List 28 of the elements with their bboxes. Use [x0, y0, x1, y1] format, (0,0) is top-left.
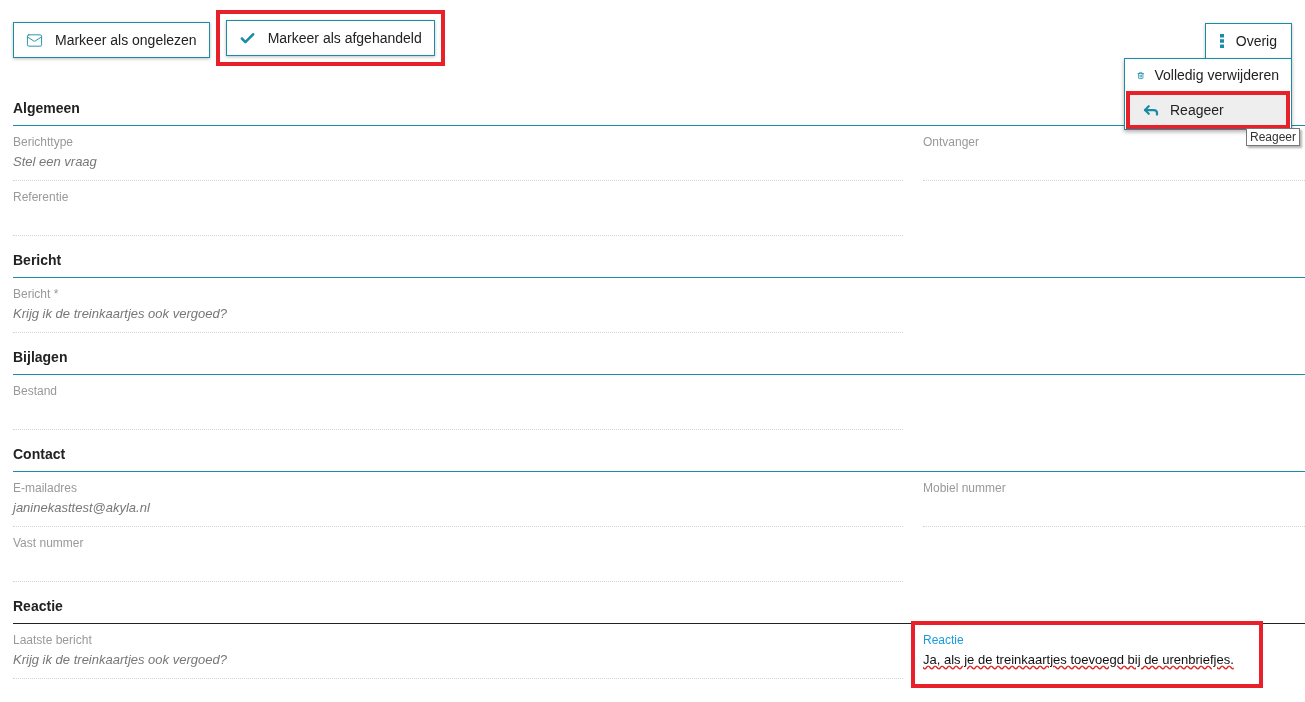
field-label: Laatste bericht — [13, 633, 92, 647]
section-heading: Bericht — [13, 251, 62, 270]
field-value: janinekasttest@akyla.nl — [13, 500, 150, 516]
envelope-icon — [26, 31, 43, 49]
field-label: Ontvanger — [923, 135, 980, 149]
field-label: Reactie — [923, 633, 964, 647]
field-label: E-mailadres — [13, 481, 78, 495]
field-label: Bestand — [13, 384, 58, 398]
more-button[interactable]: Overig — [1204, 23, 1292, 59]
field-value: Krijg ik de treinkaartjes ook vergoed? — [13, 306, 227, 322]
field-label: Vast nummer — [13, 536, 84, 550]
tooltip: Reageer — [1245, 128, 1300, 146]
toolbar-button[interactable]: Markeer als ongelezen — [13, 22, 210, 58]
field-label: Mobiel nummer — [923, 481, 1006, 495]
section-heading: Bijlagen — [13, 348, 68, 367]
menu-item[interactable]: Volledig verwijderen — [1125, 60, 1291, 90]
section-heading: Contact — [13, 445, 66, 464]
field-value: Stel een vraag — [13, 154, 97, 170]
field-value[interactable]: Ja, als je de treinkaartjes toevoegd bij de urenbriefjes. — [923, 652, 1234, 668]
menu-item[interactable]: Reageer — [1130, 95, 1286, 125]
section-heading: Reactie — [13, 597, 63, 616]
field-value: Krijg ik de treinkaartjes ook vergoed? — [13, 652, 227, 668]
vertical-dots-icon — [1219, 34, 1224, 48]
field-label: Bericht * — [13, 287, 59, 301]
section-heading: Algemeen — [13, 99, 80, 118]
field-label: Referentie — [13, 190, 69, 204]
toolbar-button[interactable]: Markeer als afgehandeld — [225, 20, 435, 56]
field-label: Berichttype — [13, 135, 74, 149]
